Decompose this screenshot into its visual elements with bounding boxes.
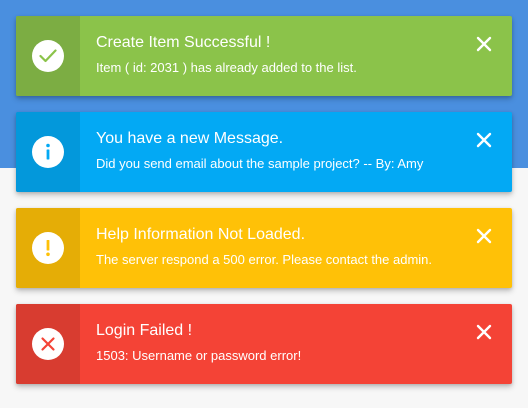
close-icon[interactable] (476, 228, 492, 244)
alert-message: Did you send email about the sample proj… (96, 156, 424, 171)
close-icon[interactable] (476, 132, 492, 148)
alert-body: Create Item Successful ! Item ( id: 2031… (80, 16, 512, 96)
alert-error: Login Failed ! 1503: Username or passwor… (16, 304, 512, 384)
alert-message: The server respond a 500 error. Please c… (96, 252, 433, 267)
alert-icon-cell (16, 304, 80, 384)
alert-icon-cell (16, 112, 80, 192)
exclamation-icon (32, 232, 64, 264)
alert-stack: Create Item Successful ! Item ( id: 2031… (16, 16, 512, 400)
alert-title: Login Failed ! (96, 322, 193, 339)
alert-title: You have a new Message. (96, 130, 284, 147)
check-icon (32, 40, 64, 72)
alert-success: Create Item Successful ! Item ( id: 2031… (16, 16, 512, 96)
alert-body: You have a new Message. Did you send ema… (80, 112, 512, 192)
alert-title: Help Information Not Loaded. (96, 226, 306, 243)
cross-icon (32, 328, 64, 360)
alert-message: 1503: Username or password error! (96, 348, 302, 363)
alert-icon-cell (16, 208, 80, 288)
info-icon (32, 136, 64, 168)
close-icon[interactable] (476, 36, 492, 52)
alert-icon-cell (16, 16, 80, 96)
alert-info: You have a new Message. Did you send ema… (16, 112, 512, 192)
alert-message: Item ( id: 2031 ) has already added to t… (96, 60, 357, 75)
close-icon[interactable] (476, 324, 492, 340)
alert-body: Help Information Not Loaded. The server … (80, 208, 512, 288)
alert-warning: Help Information Not Loaded. The server … (16, 208, 512, 288)
alert-body: Login Failed ! 1503: Username or passwor… (80, 304, 512, 384)
alert-title: Create Item Successful ! (96, 34, 271, 51)
